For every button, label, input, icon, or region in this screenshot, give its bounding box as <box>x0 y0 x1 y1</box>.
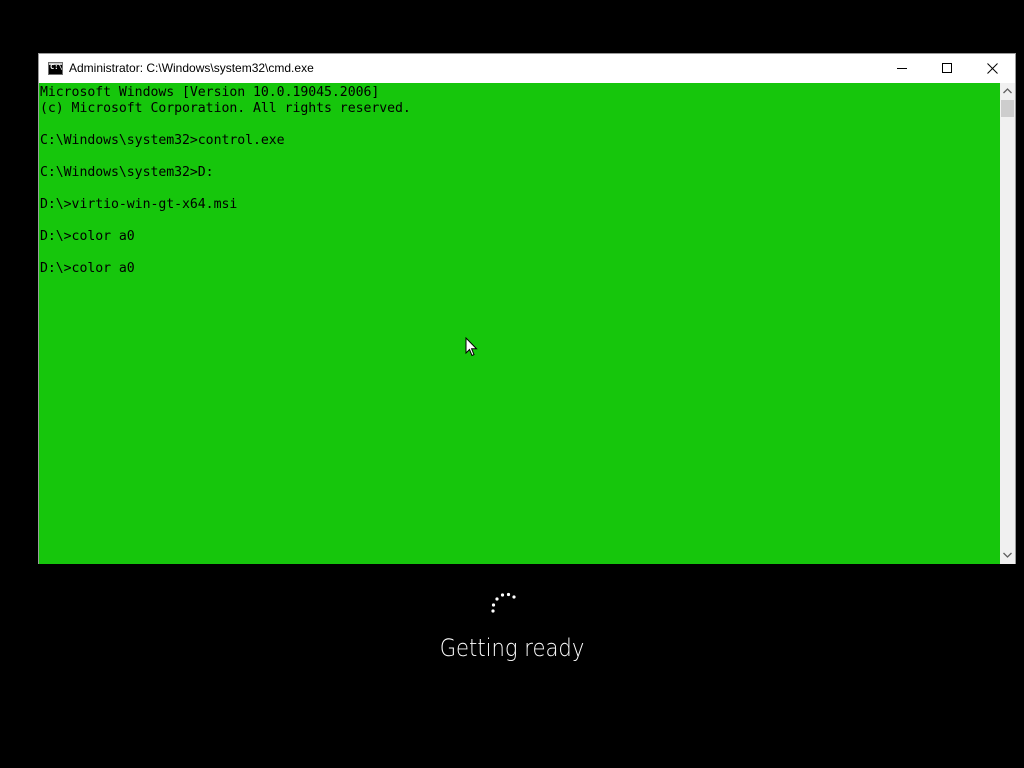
console-output-area[interactable]: Microsoft Windows [Version 10.0.19045.20… <box>39 83 1000 564</box>
cmd-icon[interactable]: C:\ <box>48 62 63 75</box>
console-line: D:\>color a0 <box>40 261 135 276</box>
console-line: Microsoft Windows [Version 10.0.19045.20… <box>40 85 380 100</box>
minimize-icon <box>897 68 907 69</box>
console-line: C:\Windows\system32>control.exe <box>40 133 285 148</box>
maximize-button[interactable] <box>925 54 970 83</box>
loading-spinner-icon <box>491 592 516 613</box>
arrow-cursor-icon <box>465 337 478 357</box>
getting-ready-text: Getting ready <box>439 634 585 662</box>
window-title: Administrator: C:\Windows\system32\cmd.e… <box>69 61 314 75</box>
console-lines: Microsoft Windows [Version 10.0.19045.20… <box>40 85 411 277</box>
vertical-scrollbar[interactable] <box>1000 83 1015 564</box>
console-line: D:\>virtio-win-gt-x64.msi <box>40 197 238 212</box>
scroll-down-button[interactable] <box>1000 547 1015 564</box>
maximize-icon <box>942 63 952 73</box>
close-button[interactable] <box>970 54 1015 83</box>
desktop-screen: C:\ Administrator: C:\Windows\system32\c… <box>0 0 1024 768</box>
scroll-thumb[interactable] <box>1001 100 1014 117</box>
minimize-button[interactable] <box>880 54 925 83</box>
chevron-down-icon <box>1003 552 1012 558</box>
console-line: C:\Windows\system32>D: <box>40 165 214 180</box>
title-bar[interactable]: C:\ Administrator: C:\Windows\system32\c… <box>39 54 1015 83</box>
close-icon <box>987 63 998 74</box>
console-line: D:\>color a0 <box>40 229 135 244</box>
console-line: (c) Microsoft Corporation. All rights re… <box>40 101 411 116</box>
cmd-window[interactable]: C:\ Administrator: C:\Windows\system32\c… <box>38 53 1016 564</box>
chevron-up-icon <box>1003 88 1012 94</box>
scroll-up-button[interactable] <box>1000 83 1015 100</box>
